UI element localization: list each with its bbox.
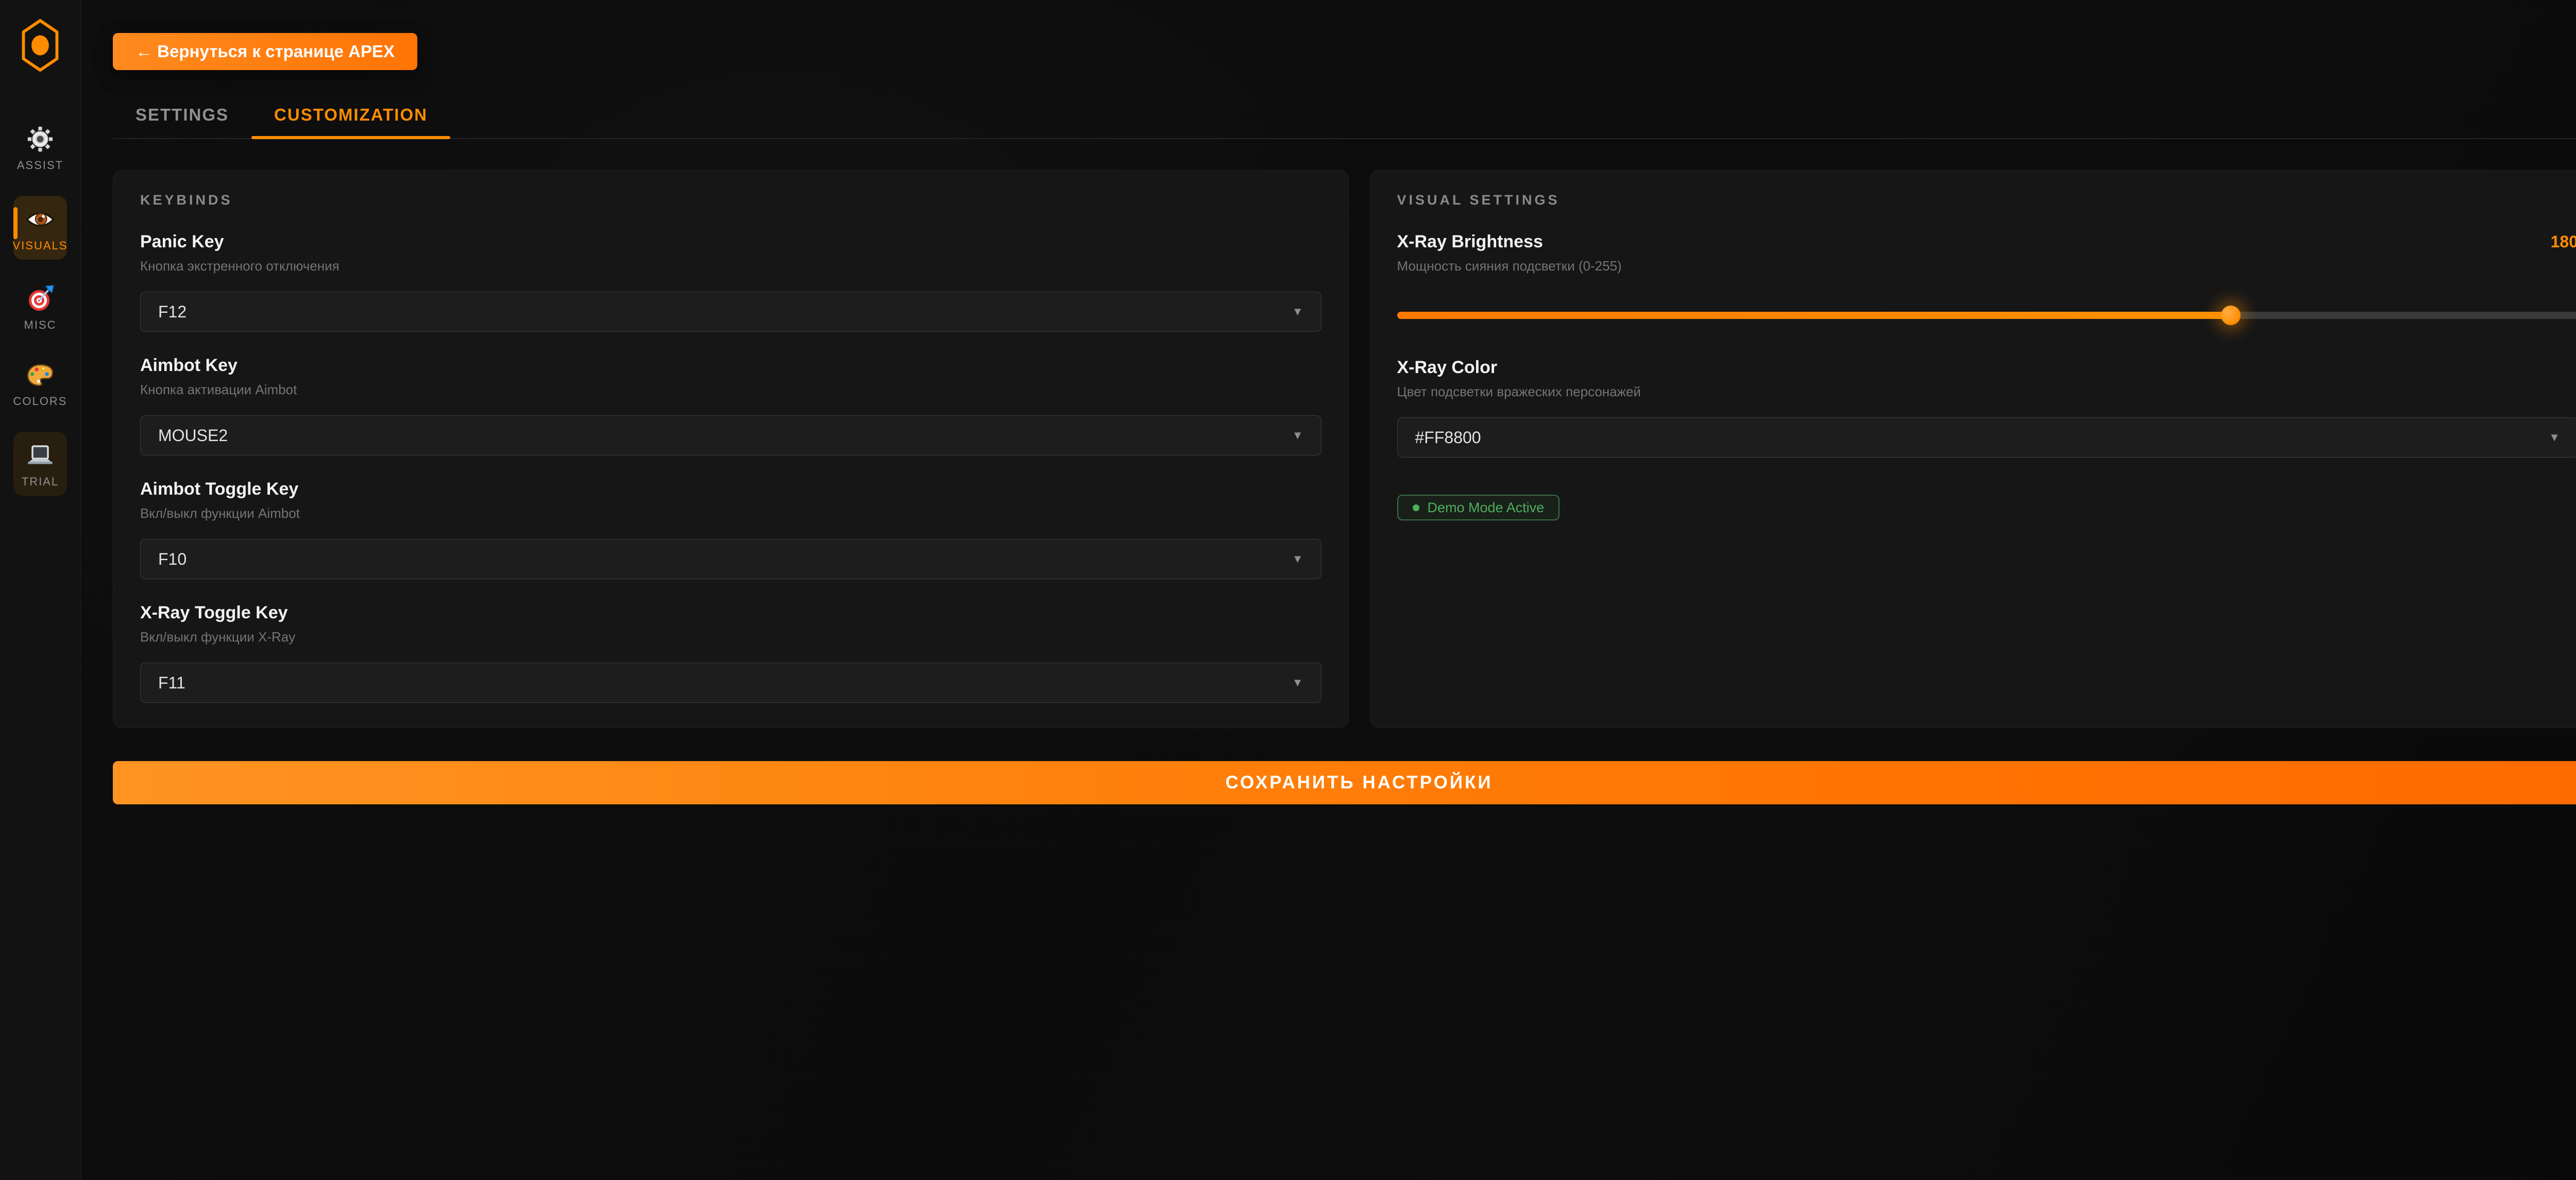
- visual-settings-panel: VISUAL SETTINGS X-Ray Brightness 180 Мощ…: [1370, 170, 2576, 728]
- slider-track[interactable]: [1397, 312, 2576, 319]
- tab-bar: SETTINGS CUSTOMIZATION: [113, 95, 2576, 139]
- sidebar: ASSIST VISUALS: [0, 0, 81, 1180]
- aimbot-toggle-key-field: Aimbot Toggle Key Вкл/выкл функции Aimbo…: [140, 479, 1321, 579]
- sidebar-item-label: MISC: [24, 318, 57, 332]
- xray-toggle-key-select[interactable]: F11 ▼: [140, 663, 1321, 703]
- aimbot-key-field: Aimbot Key Кнопка активации Aimbot MOUSE…: [140, 356, 1321, 456]
- active-indicator-bar: [13, 207, 18, 239]
- xray-color-select[interactable]: #FF8800 ▼: [1397, 417, 2576, 458]
- select-value: MOUSE2: [158, 426, 228, 445]
- demo-mode-badge-label: Demo Mode Active: [1428, 500, 1545, 516]
- panic-key-select[interactable]: F12 ▼: [140, 292, 1321, 332]
- select-value: #FF8800: [1415, 428, 1481, 447]
- field-label: X-Ray Color: [1397, 358, 2576, 378]
- app-logo[interactable]: [15, 19, 65, 72]
- tab-settings[interactable]: SETTINGS: [113, 95, 251, 138]
- sidebar-item-colors[interactable]: COLORS: [10, 356, 71, 412]
- field-description: Цвет подсветки вражеских персонажей: [1397, 384, 2576, 400]
- palette-icon: [26, 361, 55, 390]
- field-label: X-Ray Toggle Key: [140, 603, 1321, 623]
- select-value: F12: [158, 302, 187, 322]
- sidebar-item-label: COLORS: [13, 395, 67, 408]
- chevron-down-icon: ▼: [1292, 552, 1303, 566]
- keybinds-panel: KEYBINDS Panic Key Кнопка экстренного от…: [113, 170, 1349, 728]
- aimbot-toggle-key-select[interactable]: F10 ▼: [140, 539, 1321, 579]
- app-root: ASSIST VISUALS: [0, 0, 2576, 1180]
- gear-icon: [27, 125, 54, 154]
- xray-color-field: X-Ray Color Цвет подсветки вражеских пер…: [1397, 358, 2576, 458]
- sidebar-item-trial[interactable]: TRIAL: [13, 432, 67, 496]
- panic-key-field: Panic Key Кнопка экстренного отключения …: [140, 232, 1321, 332]
- eye-icon: [26, 205, 55, 234]
- sidebar-item-label: TRIAL: [22, 475, 59, 488]
- chevron-down-icon: ▼: [2549, 431, 2560, 444]
- chevron-down-icon: ▼: [1292, 429, 1303, 442]
- field-label: Aimbot Key: [140, 356, 1321, 376]
- field-label: Panic Key: [140, 232, 1321, 252]
- back-button[interactable]: ← Вернуться к странице APEX: [113, 33, 417, 70]
- xray-brightness-field: X-Ray Brightness 180 Мощность сияния под…: [1397, 232, 2576, 326]
- field-label: Aimbot Toggle Key: [140, 479, 1321, 499]
- panels-row: KEYBINDS Panic Key Кнопка экстренного от…: [113, 170, 2576, 728]
- field-description: Кнопка активации Aimbot: [140, 382, 1321, 398]
- demo-mode-badge: Demo Mode Active: [1397, 495, 1560, 520]
- main-content: ← Вернуться к странице APEX SETTINGS CUS…: [81, 0, 2576, 1180]
- field-description: Вкл/выкл функции X-Ray: [140, 629, 1321, 645]
- sidebar-item-misc[interactable]: MISC: [10, 279, 71, 336]
- status-dot-icon: [1413, 504, 1419, 511]
- laptop-icon: [26, 441, 55, 470]
- sidebar-item-label: ASSIST: [17, 159, 63, 172]
- select-value: F11: [158, 673, 185, 693]
- visual-settings-panel-title: VISUAL SETTINGS: [1397, 192, 2576, 208]
- slider-fill: [1397, 312, 2231, 319]
- brightness-value: 180: [2551, 232, 2576, 251]
- field-description: Мощность сияния подсветки (0-255): [1397, 258, 2576, 274]
- sidebar-item-label: VISUALS: [13, 239, 68, 252]
- target-icon: [26, 284, 54, 313]
- save-settings-button[interactable]: СОХРАНИТЬ НАСТРОЙКИ: [113, 761, 2576, 804]
- field-description: Кнопка экстренного отключения: [140, 258, 1321, 274]
- sidebar-item-assist[interactable]: ASSIST: [10, 120, 71, 176]
- select-value: F10: [158, 550, 187, 569]
- field-label: X-Ray Brightness: [1397, 232, 1543, 252]
- chevron-down-icon: ▼: [1292, 676, 1303, 689]
- hexagon-logo-icon: [19, 19, 62, 72]
- sidebar-item-visuals[interactable]: VISUALS: [13, 196, 67, 260]
- tab-customization[interactable]: CUSTOMIZATION: [251, 95, 450, 138]
- field-description: Вкл/выкл функции Aimbot: [140, 505, 1321, 521]
- keybinds-panel-title: KEYBINDS: [140, 192, 1321, 208]
- slider-thumb[interactable]: [2221, 306, 2241, 325]
- xray-toggle-key-field: X-Ray Toggle Key Вкл/выкл функции X-Ray …: [140, 603, 1321, 703]
- chevron-down-icon: ▼: [1292, 305, 1303, 318]
- aimbot-key-select[interactable]: MOUSE2 ▼: [140, 415, 1321, 456]
- sidebar-nav: ASSIST VISUALS: [0, 120, 80, 496]
- brightness-slider[interactable]: [1397, 305, 2576, 326]
